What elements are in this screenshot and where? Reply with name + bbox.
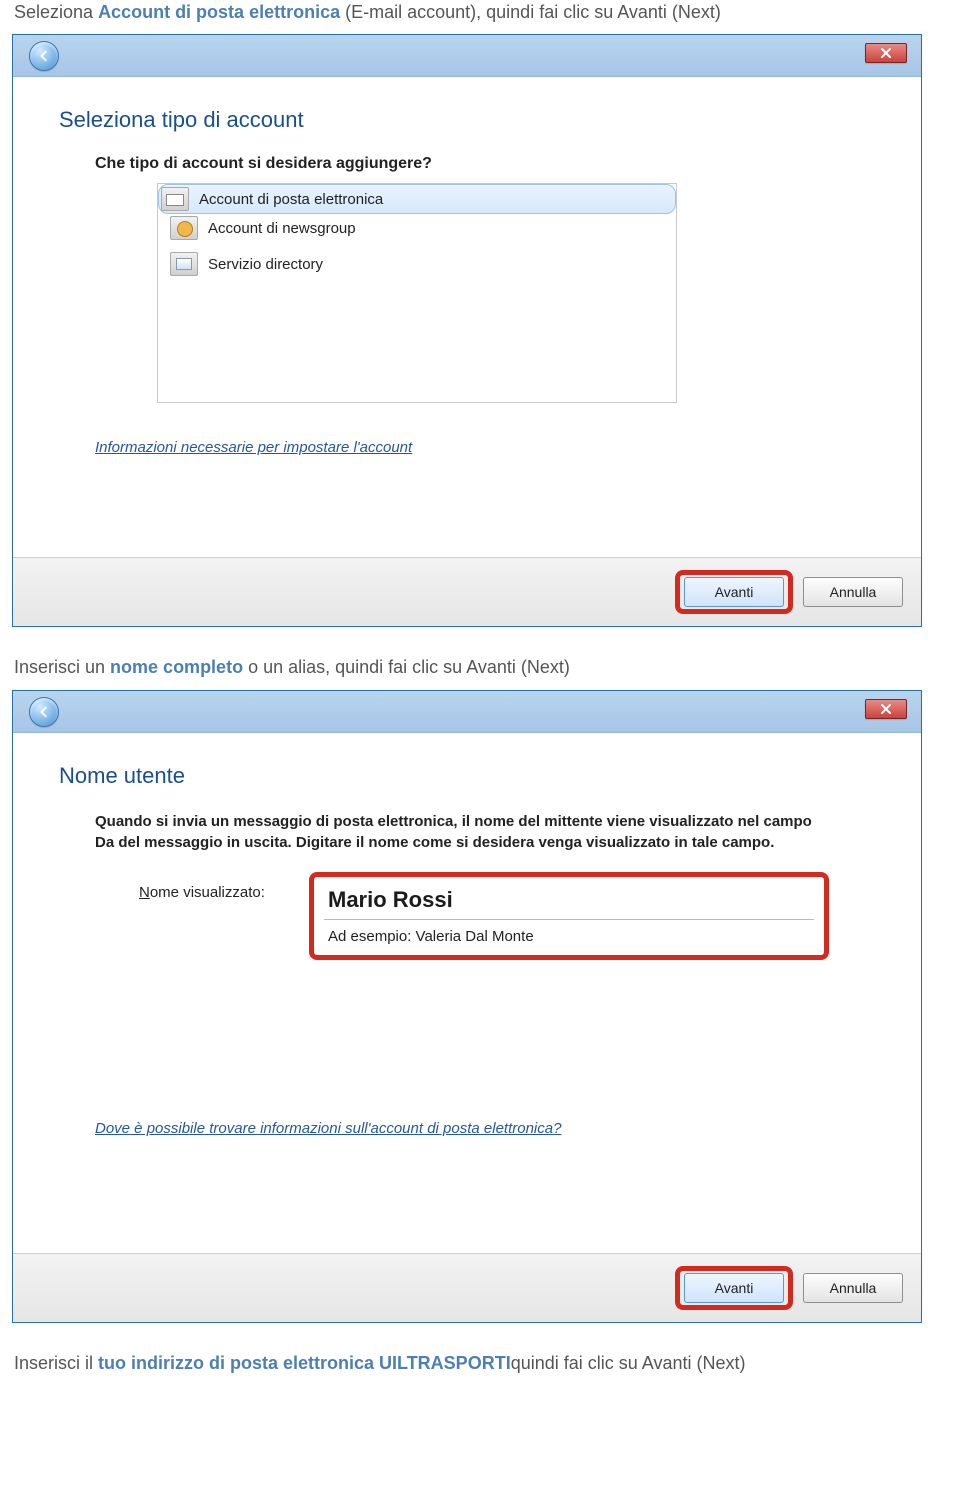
- option-newsgroup-label: Account di newsgroup: [208, 220, 356, 237]
- back-button[interactable]: [29, 697, 59, 727]
- instruction-1: Seleziona Account di posta elettronica (…: [14, 0, 948, 24]
- instruction-2-pre: Inserisci un: [14, 657, 110, 677]
- instruction-1-pre: Seleziona: [14, 2, 98, 22]
- display-name-input-highlight: Ad esempio: Valeria Dal Monte: [309, 872, 829, 960]
- wizard-title: Nome utente: [59, 763, 883, 789]
- wizard-title: Seleziona tipo di account: [59, 107, 883, 133]
- instruction-3-post: quindi fai clic su Avanti (Next): [511, 1353, 746, 1373]
- display-name-row: Nome visualizzato: Ad esempio: Valeria D…: [139, 872, 883, 960]
- close-button[interactable]: [865, 699, 907, 719]
- arrow-left-icon: [37, 705, 51, 719]
- close-icon: [880, 47, 892, 59]
- help-link-account-info[interactable]: Dove è possibile trovare informazioni su…: [95, 1120, 561, 1137]
- wizard-footer: Avanti Annulla: [13, 1253, 921, 1322]
- option-email-label: Account di posta elettronica: [199, 191, 383, 208]
- next-button[interactable]: Avanti: [684, 1273, 784, 1303]
- wizard-display-name: Nome utente Quando si invia un messaggio…: [12, 690, 922, 1323]
- wizard-footer: Avanti Annulla: [13, 557, 921, 626]
- wizard-description: Quando si invia un messaggio di posta el…: [95, 811, 835, 855]
- option-directory-label: Servizio directory: [208, 256, 323, 273]
- next-button-highlight: Avanti: [675, 570, 793, 614]
- instruction-2: Inserisci un nome completo o un alias, q…: [14, 655, 948, 679]
- mail-icon: [161, 187, 189, 211]
- next-button[interactable]: Avanti: [684, 577, 784, 607]
- next-button-highlight: Avanti: [675, 1266, 793, 1310]
- close-button[interactable]: [865, 43, 907, 63]
- instruction-1-highlight: Account di posta elettronica: [98, 2, 340, 22]
- wizard-question: Che tipo di account si desidera aggiunge…: [95, 155, 883, 173]
- option-newsgroup-account[interactable]: Account di newsgroup: [162, 210, 672, 246]
- titlebar: [13, 691, 921, 733]
- instruction-1-post: (E-mail account), quindi fai clic su Ava…: [340, 2, 721, 22]
- back-button[interactable]: [29, 41, 59, 71]
- instruction-3-highlight: tuo indirizzo di posta elettronica UILTR…: [98, 1353, 511, 1373]
- display-name-mnemonic: N: [139, 884, 150, 901]
- account-type-list: Account di posta elettronica Account di …: [157, 183, 677, 403]
- help-link-account-info[interactable]: Informazioni necessarie per impostare l'…: [95, 439, 412, 456]
- newsgroup-icon: [170, 216, 198, 240]
- arrow-left-icon: [37, 49, 51, 63]
- close-icon: [880, 703, 892, 715]
- cancel-button[interactable]: Annulla: [803, 577, 903, 607]
- cancel-button[interactable]: Annulla: [803, 1273, 903, 1303]
- display-name-input[interactable]: [324, 883, 814, 920]
- display-name-label-text: ome visualizzato:: [150, 884, 265, 901]
- display-name-example: Ad esempio: Valeria Dal Monte: [324, 928, 814, 945]
- instruction-2-post: o un alias, quindi fai clic su Avanti (N…: [243, 657, 570, 677]
- instruction-3-pre: Inserisci il: [14, 1353, 98, 1373]
- wizard-account-type: Seleziona tipo di account Che tipo di ac…: [12, 34, 922, 627]
- display-name-label: Nome visualizzato:: [139, 872, 309, 901]
- instruction-2-highlight: nome completo: [110, 657, 243, 677]
- titlebar: [13, 35, 921, 77]
- option-directory-service[interactable]: Servizio directory: [162, 246, 672, 282]
- instruction-3: Inserisci il tuo indirizzo di posta elet…: [14, 1351, 948, 1375]
- directory-icon: [170, 252, 198, 276]
